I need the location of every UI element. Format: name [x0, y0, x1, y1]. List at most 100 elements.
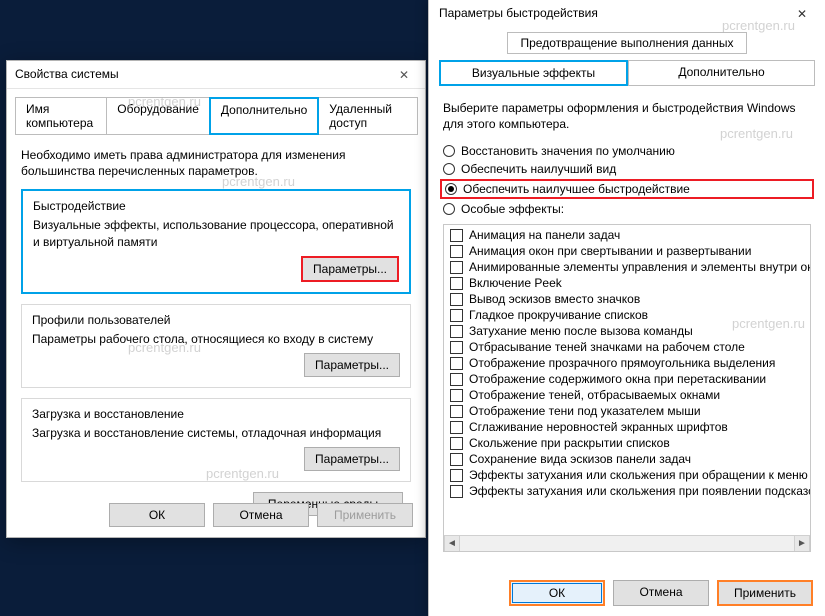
dialog-footer: ОК Отмена Применить: [509, 580, 813, 606]
group-title: Загрузка и восстановление: [32, 407, 400, 421]
radio-best-appearance[interactable]: Обеспечить наилучший вид: [443, 160, 811, 178]
effects-list: Анимация на панели задач Анимация окон пр…: [443, 224, 811, 552]
effect-option[interactable]: Эффекты затухания или скольжения при обр…: [444, 467, 810, 483]
tab-computer-name[interactable]: Имя компьютера: [15, 97, 107, 135]
effect-label: Эффекты затухания или скольжения при обр…: [469, 468, 808, 482]
group-startup-recovery: Загрузка и восстановление Загрузка и вос…: [21, 398, 411, 482]
tab-hardware[interactable]: Оборудование: [106, 97, 210, 135]
effect-option[interactable]: Затухание меню после вызова команды: [444, 323, 810, 339]
checkbox-icon: [450, 453, 463, 466]
group-title: Профили пользователей: [32, 313, 400, 327]
radio-best-performance[interactable]: Обеспечить наилучшее быстродействие: [440, 179, 814, 199]
effect-option[interactable]: Анимированные элементы управления и элем…: [444, 259, 810, 275]
ok-button[interactable]: ОК: [109, 503, 205, 527]
cancel-button[interactable]: Отмена: [213, 503, 309, 527]
effect-label: Отображение теней, отбрасываемых окнами: [469, 388, 720, 402]
cancel-button[interactable]: Отмена: [613, 580, 709, 606]
effect-option[interactable]: Отображение теней, отбрасываемых окнами: [444, 387, 810, 403]
radio-label: Обеспечить наилучшее быстродействие: [463, 182, 690, 196]
checkbox-icon: [450, 245, 463, 258]
effect-option[interactable]: Гладкое прокручивание списков: [444, 307, 810, 323]
checkbox-icon: [450, 485, 463, 498]
effect-label: Анимация на панели задач: [469, 228, 620, 242]
close-icon: ✕: [797, 7, 807, 21]
effect-option[interactable]: Отображение прозрачного прямоугольника в…: [444, 355, 810, 371]
checkbox-icon: [450, 405, 463, 418]
group-description: Визуальные эффекты, использование процес…: [33, 217, 399, 249]
checkbox-icon: [450, 341, 463, 354]
dialog-title-bar: Параметры быстродействия ✕: [429, 0, 825, 28]
close-icon: ✕: [399, 68, 409, 82]
performance-options-dialog: Параметры быстродействия ✕ Предотвращени…: [428, 0, 825, 616]
tab-dep[interactable]: Предотвращение выполнения данных: [507, 32, 746, 54]
effect-option[interactable]: Отбрасывание теней значками на рабочем с…: [444, 339, 810, 355]
effect-option[interactable]: Сглаживание неровностей экранных шрифтов: [444, 419, 810, 435]
dialog-body: Выберите параметры оформления и быстроде…: [429, 86, 825, 552]
effect-label: Гладкое прокручивание списков: [469, 308, 648, 322]
horizontal-scrollbar[interactable]: ◄ ►: [444, 535, 810, 551]
effect-option[interactable]: Анимация на панели задач: [444, 227, 810, 243]
ok-button[interactable]: ОК: [509, 580, 605, 606]
effect-option[interactable]: Скольжение при раскрытии списков: [444, 435, 810, 451]
checkbox-icon: [450, 357, 463, 370]
tab-advanced[interactable]: Дополнительно: [628, 60, 815, 86]
effect-label: Анимация окон при свертывании и разверты…: [469, 244, 751, 258]
group-description: Параметры рабочего стола, относящиеся ко…: [32, 331, 400, 347]
effect-label: Вывод эскизов вместо значков: [469, 292, 640, 306]
checkbox-icon: [450, 261, 463, 274]
checkbox-icon: [450, 421, 463, 434]
radio-label: Обеспечить наилучший вид: [461, 162, 616, 176]
effect-label: Включение Peek: [469, 276, 562, 290]
startup-settings-button[interactable]: Параметры...: [304, 447, 400, 471]
effect-option[interactable]: Отображение содержимого окна при перетас…: [444, 371, 810, 387]
group-description: Загрузка и восстановление системы, отлад…: [32, 425, 400, 441]
tab-remote[interactable]: Удаленный доступ: [318, 97, 418, 135]
dialog-title-bar: Свойства системы ✕: [7, 61, 425, 89]
close-button[interactable]: ✕: [787, 4, 817, 24]
dialog-footer: ОК Отмена Применить: [109, 503, 413, 527]
radio-custom[interactable]: Особые эффекты:: [443, 200, 811, 218]
radio-icon: [445, 183, 457, 195]
group-user-profiles: Профили пользователей Параметры рабочего…: [21, 304, 411, 388]
group-title: Быстродействие: [33, 199, 399, 213]
tab-advanced[interactable]: Дополнительно: [209, 97, 319, 135]
dialog-title: Свойства системы: [15, 67, 119, 81]
effect-option[interactable]: Сохранение вида эскизов панели задач: [444, 451, 810, 467]
scroll-left-icon[interactable]: ◄: [444, 536, 460, 551]
radio-restore-defaults[interactable]: Восстановить значения по умолчанию: [443, 142, 811, 160]
scroll-right-icon[interactable]: ►: [794, 536, 810, 551]
tab-row-lower: Визуальные эффекты Дополнительно: [429, 58, 825, 86]
profiles-settings-button[interactable]: Параметры...: [304, 353, 400, 377]
close-button[interactable]: ✕: [389, 65, 419, 85]
tab-row-upper: Предотвращение выполнения данных: [429, 28, 825, 58]
performance-settings-button[interactable]: Параметры...: [301, 256, 399, 282]
effect-label: Отбрасывание теней значками на рабочем с…: [469, 340, 745, 354]
radio-icon: [443, 203, 455, 215]
effect-option[interactable]: Включение Peek: [444, 275, 810, 291]
checkbox-icon: [450, 229, 463, 242]
system-properties-dialog: Свойства системы ✕ Имя компьютера Оборуд…: [6, 60, 426, 538]
effect-label: Анимированные элементы управления и элем…: [469, 260, 810, 274]
dialog-title: Параметры быстродействия: [439, 6, 598, 20]
effect-label: Сохранение вида эскизов панели задач: [469, 452, 691, 466]
checkbox-icon: [450, 469, 463, 482]
effect-option[interactable]: Анимация окон при свертывании и разверты…: [444, 243, 810, 259]
checkbox-icon: [450, 389, 463, 402]
checkbox-icon: [450, 309, 463, 322]
apply-button[interactable]: Применить: [317, 503, 413, 527]
effect-option[interactable]: Отображение тени под указателем мыши: [444, 403, 810, 419]
dialog-body: Необходимо иметь права администратора дл…: [7, 135, 425, 524]
effect-label: Затухание меню после вызова команды: [469, 324, 693, 338]
admin-note: Необходимо иметь права администратора дл…: [21, 147, 411, 179]
radio-label: Особые эффекты:: [461, 202, 564, 216]
effect-label: Сглаживание неровностей экранных шрифтов: [469, 420, 728, 434]
checkbox-icon: [450, 437, 463, 450]
group-performance: Быстродействие Визуальные эффекты, испол…: [21, 189, 411, 293]
effect-option[interactable]: Эффекты затухания или скольжения при поя…: [444, 483, 810, 499]
effect-label: Эффекты затухания или скольжения при поя…: [469, 484, 810, 498]
tab-visual-effects[interactable]: Визуальные эффекты: [439, 60, 628, 86]
apply-button[interactable]: Применить: [717, 580, 813, 606]
radio-icon: [443, 163, 455, 175]
checkbox-icon: [450, 293, 463, 306]
effect-option[interactable]: Вывод эскизов вместо значков: [444, 291, 810, 307]
